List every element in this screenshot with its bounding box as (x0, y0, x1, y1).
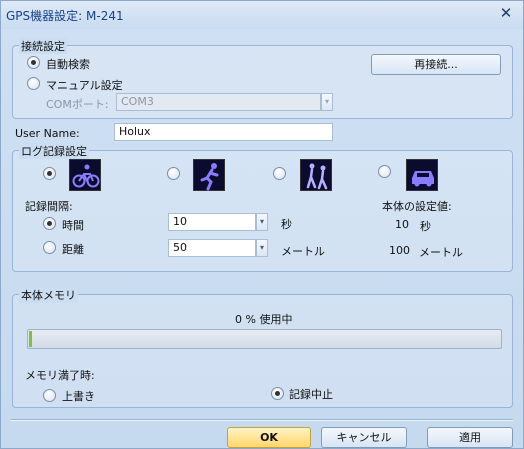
user-name-input[interactable]: Holux (114, 123, 333, 141)
device-distance-unit: メートル (419, 246, 463, 259)
memory-progress-fill (29, 331, 32, 347)
com-port-select[interactable]: COM3 (116, 93, 321, 111)
memory-legend: 本体メモリ (19, 287, 78, 303)
footer-separator (11, 419, 513, 421)
auto-search-label: 自動検索 (46, 58, 90, 71)
close-button[interactable]: ✕ (497, 6, 515, 22)
manual-setting-label: マニュアル設定 (46, 79, 123, 92)
mode-runner-radio[interactable] (167, 167, 180, 180)
interval-time-label: 時間 (62, 219, 84, 232)
distance-value-input[interactable]: 50 (168, 239, 256, 257)
ok-label: OK (260, 431, 278, 444)
mode-bicycle-radio[interactable] (43, 167, 56, 180)
mode-car-radio[interactable] (378, 165, 391, 178)
interval-label: 記録間隔: (25, 200, 73, 213)
memory-full-label: メモリ満了時: (25, 369, 95, 382)
com-port-label: COMポート: (46, 98, 109, 111)
cancel-label: キャンセル (336, 431, 392, 444)
mode-hiking-radio[interactable] (273, 167, 286, 180)
memory-group: 本体メモリ 0 % 使用中 メモリ満了時: 上書き 記録中止 (12, 287, 513, 408)
auto-search-radio[interactable] (27, 56, 40, 69)
interval-distance-radio[interactable] (43, 241, 56, 254)
time-unit-label: 秒 (281, 218, 292, 231)
com-port-value: COM3 (121, 95, 154, 108)
settings-window: GPS機器設定: M-241 ✕ 接続設定 自動検索 マニュアル設定 COMポー… (0, 0, 524, 449)
distance-unit-label: メートル (281, 245, 325, 258)
runner-icon[interactable] (193, 159, 225, 191)
connection-group: 接続設定 自動検索 マニュアル設定 COMポート: COM3 ▾ 再接続... (12, 38, 513, 119)
apply-label: 適用 (459, 431, 481, 444)
stop-recording-radio[interactable] (271, 387, 284, 400)
chevron-down-icon: ▾ (259, 217, 264, 226)
com-port-dropdown-button[interactable]: ▾ (321, 93, 333, 111)
window-title: GPS機器設定: M-241 (6, 9, 124, 23)
overwrite-label: 上書き (62, 390, 95, 403)
cancel-button[interactable]: キャンセル (321, 427, 407, 448)
hikers-icon[interactable] (300, 159, 332, 191)
device-distance-value: 100 (389, 244, 410, 257)
overwrite-radio[interactable] (43, 389, 56, 402)
log-settings-legend: ログ記録設定 (19, 143, 89, 159)
close-icon: ✕ (499, 4, 513, 22)
connection-legend: 接続設定 (19, 38, 67, 54)
reconnect-button[interactable]: 再接続... (371, 54, 501, 75)
ok-button[interactable]: OK (227, 427, 311, 448)
reconnect-label: 再接続... (414, 58, 458, 71)
device-values-label: 本体の設定値: (382, 200, 452, 213)
memory-usage-text: 0 % 使用中 (235, 313, 293, 326)
stop-recording-label: 記録中止 (289, 388, 333, 401)
device-time-unit: 秒 (420, 220, 431, 233)
bicycle-icon[interactable] (69, 159, 101, 191)
chevron-down-icon: ▾ (324, 97, 329, 106)
time-value-input[interactable]: 10 (168, 213, 256, 231)
time-value: 10 (173, 215, 187, 228)
title-bar: GPS機器設定: M-241 ✕ (1, 1, 523, 29)
interval-distance-label: 距離 (62, 243, 84, 256)
log-settings-group: ログ記録設定 記録間隔: 時間 10 ▾ 秒 距離 50 ▾ メートル 本体の設… (12, 143, 513, 272)
user-name-value: Holux (119, 125, 151, 138)
distance-spinner-button[interactable]: ▾ (256, 239, 268, 257)
user-name-label: User Name: (15, 127, 80, 140)
manual-setting-radio[interactable] (27, 77, 40, 90)
time-spinner-button[interactable]: ▾ (256, 213, 268, 231)
distance-value: 50 (173, 241, 187, 254)
car-icon[interactable] (406, 159, 438, 191)
chevron-down-icon: ▾ (259, 243, 264, 252)
device-time-value: 10 (395, 218, 409, 231)
interval-time-radio[interactable] (43, 217, 56, 230)
apply-button[interactable]: 適用 (427, 427, 513, 448)
memory-progress-bar (27, 329, 502, 349)
